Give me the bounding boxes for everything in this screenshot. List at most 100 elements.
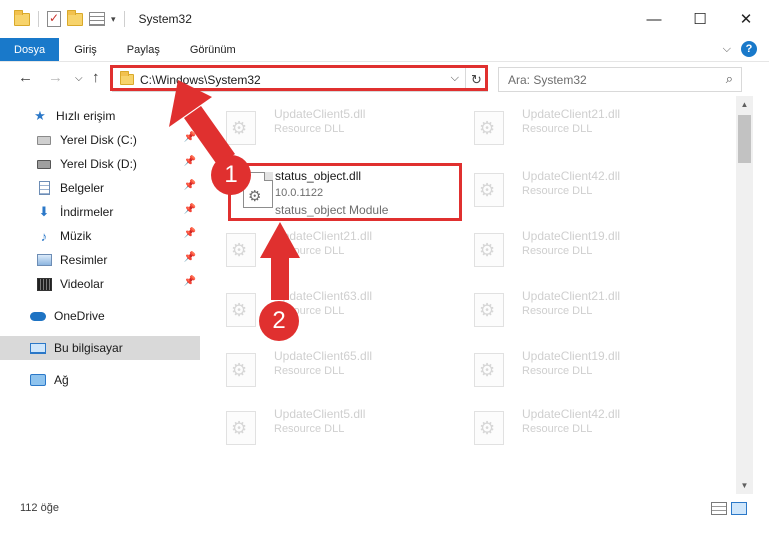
new-folder-icon[interactable] <box>67 9 83 26</box>
file-description: Resource DLL <box>522 365 593 377</box>
item-count: 112 öğe <box>20 502 59 514</box>
file-name: status_object.dll <box>275 169 362 183</box>
tab-view[interactable]: Görünüm <box>175 38 251 61</box>
sidebar-item-label: Yerel Disk (D:) <box>60 157 137 171</box>
file-item[interactable]: UpdateClient21.dll Resource DLL <box>204 218 434 276</box>
view-list-icon[interactable] <box>89 12 105 26</box>
forward-arrow-icon[interactable]: → <box>48 69 63 86</box>
dll-file-icon <box>226 411 256 445</box>
file-description: Resource DLL <box>522 305 593 317</box>
file-description: status_object Module <box>275 203 389 217</box>
navigation-pane: ★ Hızlı erişim Yerel Disk (C:) 📌 Yerel D… <box>0 100 204 490</box>
file-name: UpdateClient42.dll <box>522 169 621 183</box>
file-name: UpdateClient65.dll <box>274 349 373 363</box>
tiles-view-icon[interactable] <box>731 502 747 515</box>
minimize-button[interactable]: — <box>631 0 677 38</box>
file-item[interactable]: UpdateClient19.dll Resource DLL <box>452 338 682 396</box>
sidebar-item-this-pc[interactable]: Bu bilgisayar <box>0 336 200 360</box>
back-arrow-icon[interactable]: ← <box>18 69 33 86</box>
refresh-icon[interactable]: ↻ <box>465 68 487 91</box>
file-item[interactable]: UpdateClient21.dll Resource DLL <box>452 278 682 336</box>
selected-file-item[interactable]: status_object.dll 10.0.1122 status_objec… <box>228 163 462 221</box>
file-item[interactable]: UpdateClient5.dll Resource DLL <box>204 396 434 454</box>
file-description: Resource DLL <box>522 123 593 135</box>
tab-file[interactable]: Dosya <box>0 38 60 61</box>
title-bar: ▾ System32 — ☐ ✕ <box>0 0 769 38</box>
file-description: Resource DLL <box>274 245 345 257</box>
ribbon-tabs: Dosya Giriş Paylaş Görünüm ⌵ ? <box>0 38 769 62</box>
sidebar-item-pictures[interactable]: Resimler 📌 <box>0 248 200 272</box>
file-item[interactable]: UpdateClient65.dll Resource DLL <box>204 338 434 396</box>
maximize-button[interactable]: ☐ <box>677 0 723 38</box>
search-box[interactable]: ⌕ <box>498 67 742 92</box>
sidebar-item-local-disk-c[interactable]: Yerel Disk (C:) 📌 <box>0 128 200 152</box>
file-item[interactable]: UpdateClient19.dll Resource DLL <box>452 218 682 276</box>
tab-share[interactable]: Paylaş <box>112 38 175 61</box>
pin-icon[interactable]: 📌 <box>184 180 196 191</box>
sidebar-item-label: OneDrive <box>54 309 105 323</box>
drive-icon <box>36 132 52 148</box>
pin-icon[interactable]: 📌 <box>184 252 196 263</box>
file-name: UpdateClient42.dll <box>522 407 621 421</box>
properties-icon[interactable] <box>47 11 61 27</box>
pin-icon[interactable]: 📌 <box>184 204 196 215</box>
sidebar-item-downloads[interactable]: ⬇ İndirmeler 📌 <box>0 200 200 224</box>
window-controls: — ☐ ✕ <box>631 0 769 38</box>
search-input[interactable] <box>508 72 708 87</box>
sidebar-item-music[interactable]: ♪ Müzik 📌 <box>0 224 200 248</box>
dll-file-icon <box>474 111 504 145</box>
scroll-down-arrow-icon[interactable]: ▼ <box>736 477 753 494</box>
chevron-down-icon[interactable]: ⌵ <box>451 72 459 85</box>
sidebar-item-label: Bu bilgisayar <box>54 341 123 355</box>
sidebar-item-local-disk-d[interactable]: Yerel Disk (D:) 📌 <box>0 152 200 176</box>
recent-locations-chevron-icon[interactable]: ⌵ <box>75 73 83 84</box>
pin-icon[interactable]: 📌 <box>184 228 196 239</box>
search-icon[interactable]: ⌕ <box>726 71 733 87</box>
music-icon: ♪ <box>40 228 48 244</box>
address-bar[interactable]: C:\Windows\System32 ⌵ ↻ <box>112 67 488 92</box>
pin-icon[interactable]: 📌 <box>184 156 196 167</box>
file-version: 10.0.1122 <box>275 187 324 199</box>
sidebar-item-network[interactable]: Ağ <box>0 368 200 392</box>
scroll-up-arrow-icon[interactable]: ▲ <box>736 96 753 113</box>
details-view-icon[interactable] <box>711 502 727 515</box>
file-item[interactable]: UpdateClient42.dll Resource DLL <box>452 158 682 216</box>
dll-file-icon <box>226 233 256 267</box>
file-item[interactable]: UpdateClient5.dll Resource DLL <box>204 96 434 154</box>
sidebar-item-documents[interactable]: Belgeler 📌 <box>0 176 200 200</box>
pin-icon[interactable]: 📌 <box>184 276 196 287</box>
file-name: UpdateClient63.dll <box>274 289 373 303</box>
up-arrow-icon[interactable]: ↑ <box>92 69 100 86</box>
network-icon <box>30 372 46 388</box>
sidebar-item-videos[interactable]: Videolar 📌 <box>0 272 200 296</box>
expand-ribbon-icon[interactable]: ⌵ <box>723 43 731 56</box>
scrollbar-thumb[interactable] <box>738 115 751 163</box>
close-button[interactable]: ✕ <box>723 0 769 38</box>
file-name: UpdateClient21.dll <box>522 107 621 121</box>
window-title: System32 <box>138 12 192 26</box>
file-item[interactable]: UpdateClient63.dll Resource DLL <box>204 278 434 336</box>
file-list: UpdateClient5.dll Resource DLL UpdateCli… <box>204 96 736 490</box>
file-description: Resource DLL <box>274 123 345 135</box>
chevron-down-icon[interactable]: ▾ <box>111 14 116 25</box>
tab-home[interactable]: Giriş <box>59 38 112 61</box>
folder-icon[interactable] <box>14 9 30 26</box>
cloud-icon <box>30 308 46 324</box>
dll-file-icon <box>226 353 256 387</box>
file-description: Resource DLL <box>522 423 593 435</box>
pin-icon[interactable]: 📌 <box>184 132 196 143</box>
sidebar-item-onedrive[interactable]: OneDrive <box>0 304 200 328</box>
sidebar-item-label: Resimler <box>60 253 108 267</box>
status-bar: 112 öğe <box>0 494 769 522</box>
sidebar-item-quick-access[interactable]: ★ Hızlı erişim <box>0 104 200 128</box>
file-item[interactable]: UpdateClient21.dll Resource DLL <box>452 96 682 154</box>
folder-icon <box>120 71 134 85</box>
file-name: UpdateClient19.dll <box>522 349 621 363</box>
document-icon <box>36 180 52 196</box>
file-name: UpdateClient19.dll <box>522 229 621 243</box>
address-path[interactable]: C:\Windows\System32 <box>140 73 261 87</box>
file-name: UpdateClient5.dll <box>274 107 366 121</box>
file-item[interactable]: UpdateClient42.dll Resource DLL <box>452 396 682 454</box>
help-icon[interactable]: ? <box>741 41 757 57</box>
vertical-scrollbar[interactable]: ▲ ▼ <box>736 96 753 494</box>
